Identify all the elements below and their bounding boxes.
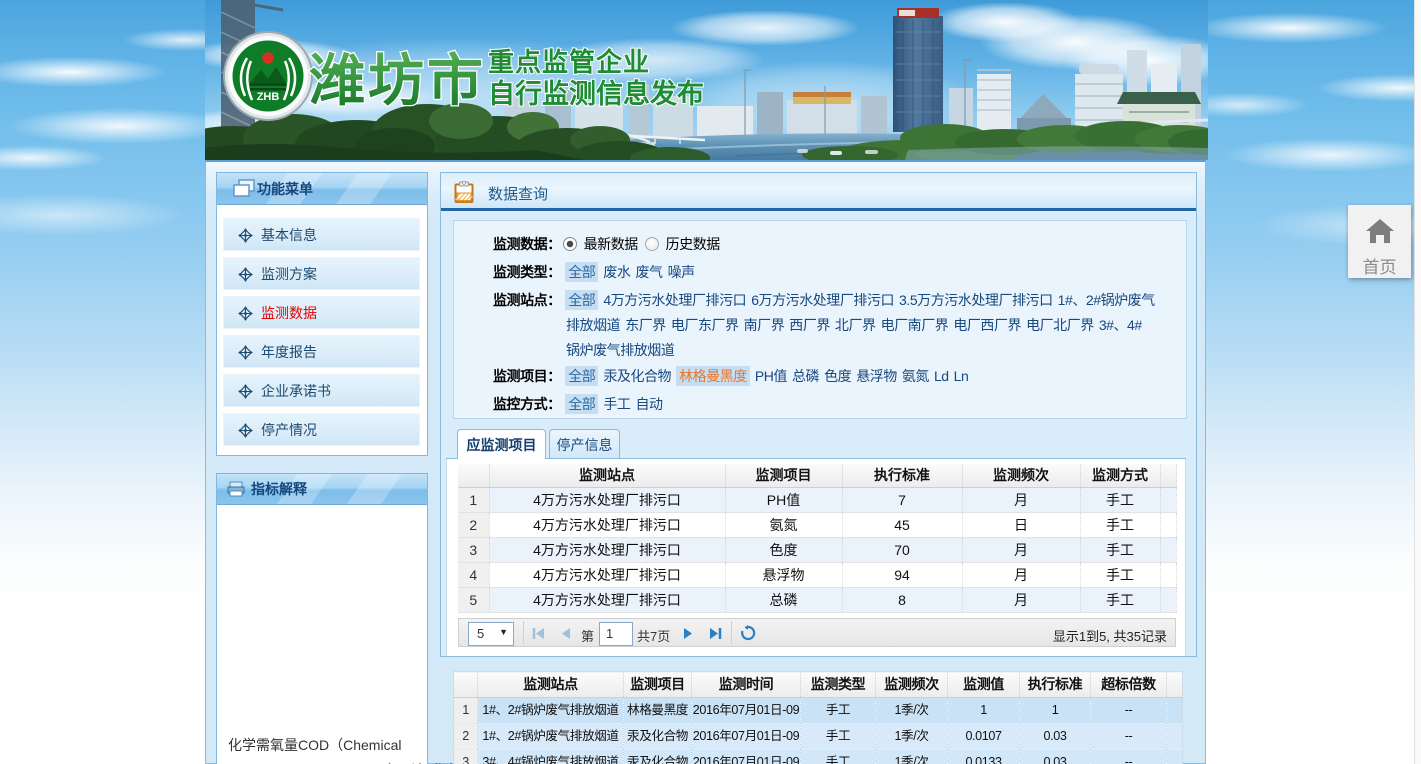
- svg-text:重点监管企业: 重点监管企业: [488, 47, 650, 77]
- svg-text:ZHB: ZHB: [257, 91, 280, 103]
- svg-text:自行监测信息发布: 自行监测信息发布: [488, 78, 704, 109]
- svg-text:潍坊市: 潍坊市: [309, 49, 486, 112]
